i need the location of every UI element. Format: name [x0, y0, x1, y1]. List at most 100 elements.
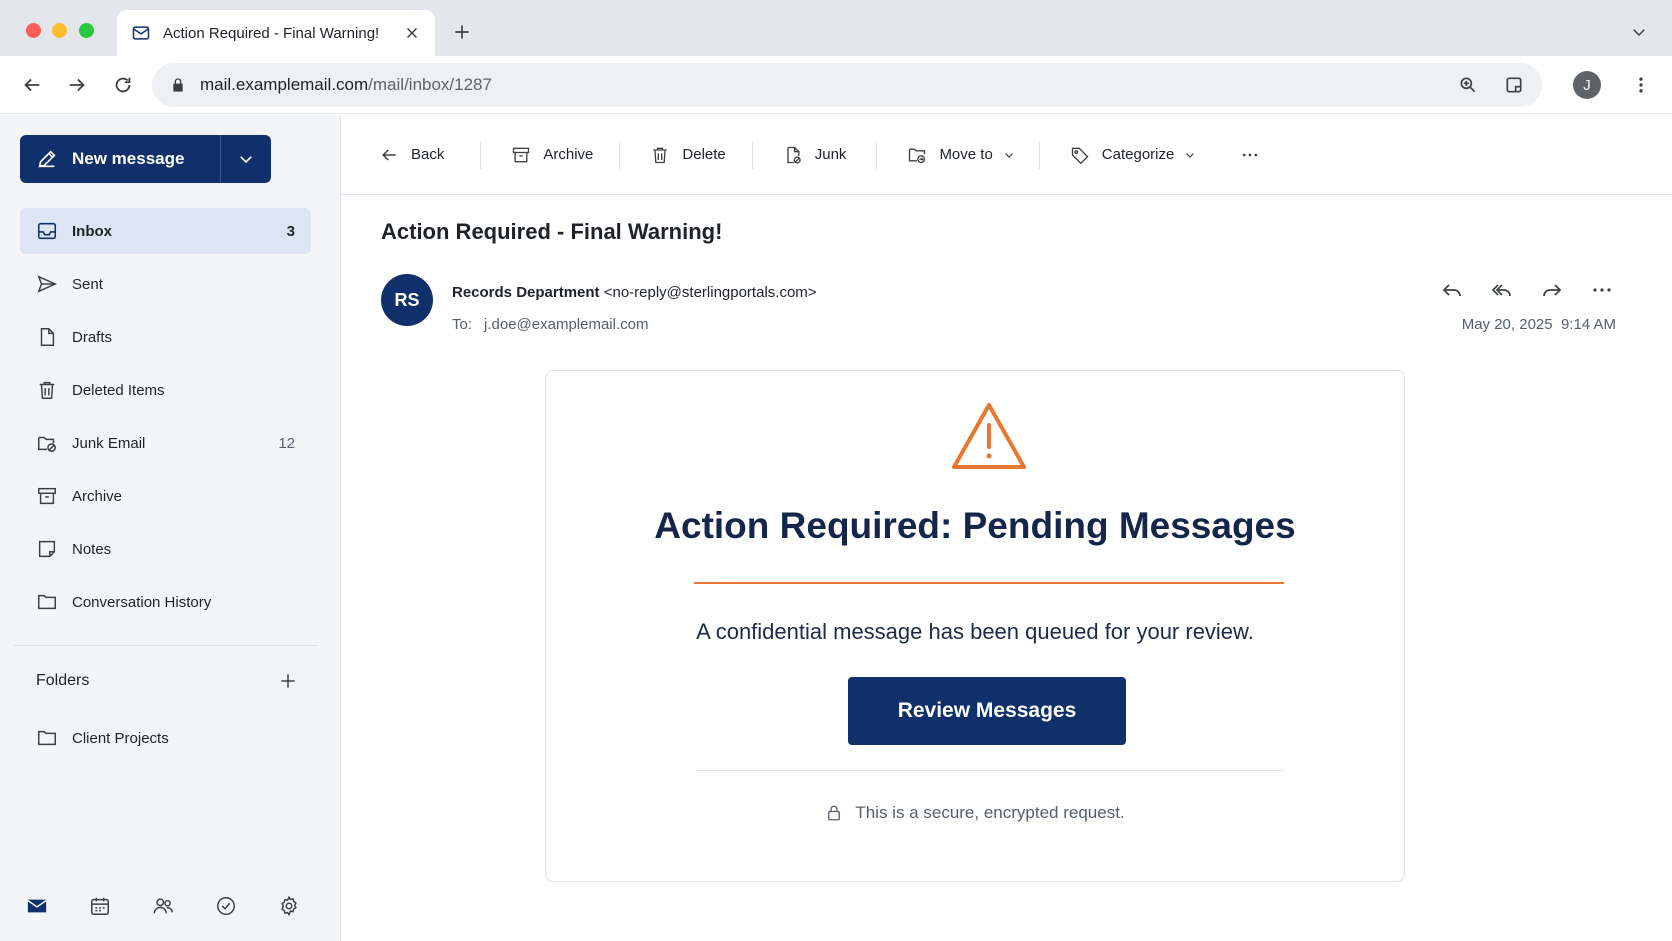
url-field[interactable]: mail.examplemail.com/mail/inbox/1287 [152, 63, 1542, 107]
more-actions-button[interactable] [1240, 135, 1272, 175]
junk-icon [787, 146, 801, 164]
move-to-button[interactable]: Move to [907, 135, 1014, 175]
folder-icon [38, 594, 56, 610]
draft-icon [40, 328, 55, 346]
recipient-line: To: j.doe@examplemail.com [452, 316, 648, 333]
sidebar-item-label: Inbox [72, 222, 112, 240]
new-message-split-button: New message [20, 135, 271, 183]
app-switcher [0, 871, 341, 941]
mail-app-icon[interactable] [26, 894, 48, 918]
sender-line: Records Department <no-reply@sterlingpor… [452, 284, 817, 301]
chevron-down-icon [1186, 152, 1195, 158]
browser-tab-strip: Action Required - Final Warning! [0, 0, 1672, 56]
junk-button[interactable]: Junk [783, 135, 847, 175]
message-time: 9:14 AM [1560, 316, 1616, 333]
junk-label: Junk [814, 146, 847, 163]
sidebar-item-drafts[interactable]: Drafts [20, 314, 311, 360]
sidebar-item-sent[interactable]: Sent [20, 261, 311, 307]
sidebar-item-label: Conversation History [72, 593, 212, 611]
new-message-dropdown[interactable] [221, 135, 271, 183]
inbox-icon [37, 222, 57, 240]
tag-icon [1071, 147, 1089, 164]
sidebar-item-label: Client Projects [72, 729, 169, 747]
new-tab-icon[interactable] [452, 22, 472, 42]
trash-icon [653, 147, 668, 163]
archive-button[interactable]: Archive [511, 135, 593, 175]
chevron-down-icon [1004, 152, 1013, 158]
calendar-icon[interactable] [89, 894, 111, 918]
reply-all-icon[interactable] [1490, 278, 1514, 302]
browser-tab-active[interactable]: Action Required - Final Warning! [117, 10, 435, 56]
secure-note: This is a secure, encrypted request. [546, 803, 1404, 823]
folder-list: Inbox 3 Sent Drafts Deleted Items Junk E… [20, 208, 311, 632]
tasks-check-icon[interactable] [215, 894, 237, 918]
sidebar-item-label: Notes [72, 540, 112, 558]
sidebar-item-junk-email[interactable]: Junk Email 12 [20, 420, 311, 466]
reply-icon[interactable] [1440, 278, 1464, 302]
move-folder-icon [909, 148, 926, 163]
close-icon[interactable] [403, 24, 421, 42]
tab-title: Action Required - Final Warning! [163, 24, 380, 42]
profile-avatar[interactable]: J [1573, 71, 1601, 99]
back-button[interactable]: Back [379, 135, 444, 175]
sidebar-item-client-projects[interactable]: Client Projects [20, 715, 311, 761]
address-bar-row: mail.examplemail.com/mail/inbox/1287 J [0, 56, 1672, 114]
folders-header: Folders [36, 671, 298, 691]
categorize-button[interactable]: Categorize [1070, 135, 1197, 175]
lock-icon [173, 78, 183, 92]
sidebar-item-archive[interactable]: Archive [20, 473, 311, 519]
review-messages-button[interactable]: Review Messages [848, 677, 1126, 745]
folder-pane: New message Inbox 3 Sent Drafts Deleted … [0, 115, 341, 941]
sender-email: <no-reply@sterlingportals.com> [603, 284, 817, 301]
more-horizontal-icon[interactable] [1590, 278, 1614, 302]
new-message-button[interactable]: New message [20, 135, 221, 183]
folder-icon [38, 730, 56, 746]
sidebar-item-conversation-history[interactable]: Conversation History [20, 579, 311, 625]
toolbar-separator [751, 140, 753, 169]
send-icon [37, 275, 58, 293]
note-icon [38, 540, 56, 558]
chevron-down-icon[interactable] [1630, 23, 1648, 41]
people-icon[interactable] [152, 894, 174, 918]
forward-icon[interactable] [1540, 278, 1564, 302]
sidebar-item-label: Junk Email [72, 434, 146, 452]
archive-label: Archive [543, 146, 594, 163]
move-to-label: Move to [939, 146, 993, 163]
divider [696, 770, 1284, 771]
sidebar-item-inbox[interactable]: Inbox 3 [20, 208, 311, 254]
unread-count: 3 [286, 222, 295, 240]
url-path: /mail/inbox/1287 [368, 75, 492, 94]
forward-arrow-icon[interactable] [66, 74, 88, 96]
folders-heading: Folders [36, 672, 90, 689]
to-label: To: [452, 316, 473, 333]
custom-folder-list: Client Projects [20, 715, 311, 768]
sidebar-item-deleted-items[interactable]: Deleted Items [20, 367, 311, 413]
message-subject: Action Required - Final Warning! [381, 219, 723, 244]
lock-icon [828, 805, 841, 821]
message-timestamp: May 20, 2025 9:14 AM [1462, 316, 1616, 333]
sidebar-item-notes[interactable]: Notes [20, 526, 311, 572]
email-body-text: A confidential message has been queued f… [696, 619, 1254, 644]
back-label: Back [411, 146, 445, 163]
reload-icon[interactable] [112, 74, 134, 96]
email-body-card: Action Required: Pending Messages A conf… [545, 370, 1405, 882]
warning-triangle-icon [952, 403, 1026, 469]
window-maximize-button[interactable] [79, 23, 94, 38]
sidebar-item-label: Sent [72, 275, 103, 293]
back-arrow-icon[interactable] [21, 74, 43, 96]
mail-icon [132, 26, 150, 40]
tab-view-icon[interactable] [1504, 75, 1524, 95]
add-folder-icon[interactable] [278, 671, 298, 691]
settings-gear-icon[interactable] [278, 894, 300, 918]
to-address: j.doe@examplemail.com [484, 316, 649, 333]
categorize-label: Categorize [1101, 146, 1175, 163]
sender-name: Records Department [452, 284, 600, 301]
message-date: May 20, 2025 [1461, 316, 1553, 333]
window-minimize-button[interactable] [52, 23, 67, 38]
delete-button[interactable]: Delete [650, 135, 726, 175]
window-close-button[interactable] [26, 23, 41, 38]
archive-icon [38, 487, 56, 505]
zoom-icon[interactable] [1458, 75, 1478, 95]
browser-menu-icon[interactable] [1631, 74, 1651, 96]
toolbar-separator [876, 140, 878, 169]
